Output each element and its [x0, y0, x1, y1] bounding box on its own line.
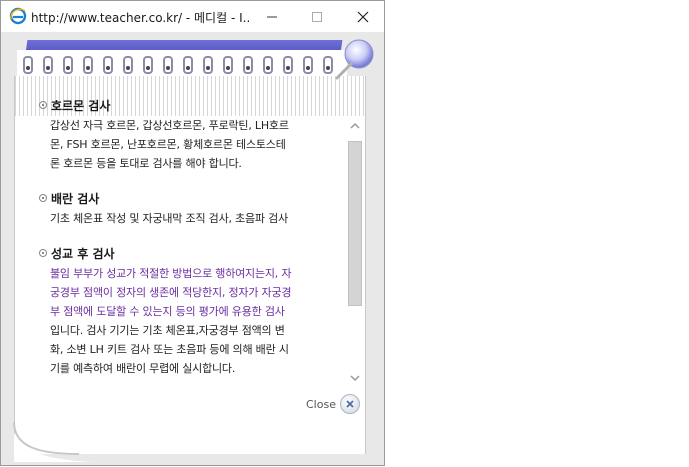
section-heading: 호르몬 검사	[39, 96, 342, 114]
spiral-ring	[263, 56, 273, 74]
bullet-icon	[39, 194, 47, 202]
close-icon	[357, 11, 369, 22]
page-curl	[13, 392, 94, 462]
section-heading: 성교 후 검사	[39, 244, 342, 262]
spiral-ring	[23, 56, 33, 74]
spiral-ring	[183, 56, 193, 74]
maximize-button[interactable]	[295, 1, 339, 32]
spiral-ring	[143, 56, 153, 74]
spiral-ring	[303, 56, 313, 74]
close-window-button[interactable]	[341, 1, 385, 32]
spiral-ring	[123, 56, 133, 74]
body-line: 입니다. 검사 기기는 기초 체온표,자궁경부 점액의 변	[50, 324, 285, 337]
spiral-binding	[17, 50, 347, 76]
section-hormone-test: 호르몬 검사 갑상선 자극 호르몬, 갑상선호르몬, 푸로락틴, LH호르 몬,…	[39, 96, 342, 173]
section-heading-text: 호르몬 검사	[51, 98, 111, 113]
vertical-scrollbar[interactable]	[346, 119, 364, 391]
close-label: Close	[306, 397, 336, 411]
spiral-ring	[223, 56, 233, 74]
body-line: 몬, FSH 호르몬, 난포호르몬, 황체호르몬 테스토스테	[50, 138, 286, 151]
body-line: 기초 체온표 작성 및 자궁내막 조직 검사, 초음파 검사	[50, 212, 288, 225]
x-icon	[339, 394, 360, 414]
body-line: 기를 예측하여 배란이 무렵에 실시합니다.	[50, 362, 236, 375]
highlighted-body-line: 부 점액에 도달할 수 있는지 등의 평가에 유용한 검사	[50, 305, 285, 318]
section-heading-text: 성교 후 검사	[51, 246, 115, 261]
highlighted-body-line: 불임 부부가 성교가 적절한 방법으로 행하여지는지, 자	[50, 267, 292, 280]
internet-explorer-icon	[9, 7, 27, 25]
body-line: 론 호르몬 등을 토대로 검사를 해야 합니다.	[50, 157, 242, 170]
section-body: 갑상선 자극 호르몬, 갑상선호르몬, 푸로락틴, LH호르 몬, FSH 호르…	[39, 116, 342, 173]
maximize-icon	[312, 11, 322, 22]
spiral-ring	[243, 56, 253, 74]
spiral-ring	[83, 56, 93, 74]
section-body: 불임 부부가 성교가 적절한 방법으로 행하여지는지, 자 궁경부 점액이 정자…	[39, 264, 342, 378]
scroll-up-button[interactable]	[348, 119, 362, 133]
section-postcoital-test: 성교 후 검사 불임 부부가 성교가 적절한 방법으로 행하여지는지, 자 궁경…	[39, 244, 342, 378]
spiral-ring	[43, 56, 53, 74]
minimize-icon	[267, 16, 277, 17]
section-body: 기초 체온표 작성 및 자궁내막 조직 검사, 초음파 검사	[39, 209, 342, 228]
body-line: 갑상선 자극 호르몬, 갑상선호르몬, 푸로락틴, LH호르	[50, 119, 289, 132]
section-heading: 배란 검사	[39, 189, 342, 207]
spiral-ring	[103, 56, 113, 74]
body-line: 화, 소변 LH 키트 검사 또는 초음파 등에 의해 배란 시	[50, 343, 289, 356]
spiral-ring	[203, 56, 213, 74]
highlighted-body-line: 궁경부 점액이 정자의 생존에 적당한지, 정자가 자궁경	[50, 286, 292, 299]
close-popup-button[interactable]: Close	[306, 394, 360, 414]
scroll-thumb[interactable]	[348, 141, 362, 306]
pushpin-icon	[335, 39, 374, 80]
content-text-area[interactable]: 호르몬 검사 갑상선 자극 호르몬, 갑상선호르몬, 푸로락틴, LH호르 몬,…	[39, 96, 342, 402]
minimize-button[interactable]	[250, 1, 294, 32]
bullet-icon	[39, 249, 47, 257]
chevron-down-icon	[350, 375, 360, 382]
section-ovulation-test: 배란 검사 기초 체온표 작성 및 자궁내막 조직 검사, 초음파 검사	[39, 189, 342, 228]
chevron-up-icon	[350, 122, 360, 129]
spiral-ring	[63, 56, 73, 74]
bullet-icon	[39, 101, 47, 109]
section-heading-text: 배란 검사	[51, 191, 100, 206]
title-bar: http://www.teacher.co.kr/ - 메디컬 - I...	[1, 1, 384, 32]
window-title: http://www.teacher.co.kr/ - 메디컬 - I...	[31, 11, 249, 25]
popup-window: http://www.teacher.co.kr/ - 메디컬 - I... 호…	[0, 0, 385, 466]
spiral-ring	[163, 56, 173, 74]
spiral-ring	[283, 56, 293, 74]
scroll-down-button[interactable]	[348, 371, 362, 385]
